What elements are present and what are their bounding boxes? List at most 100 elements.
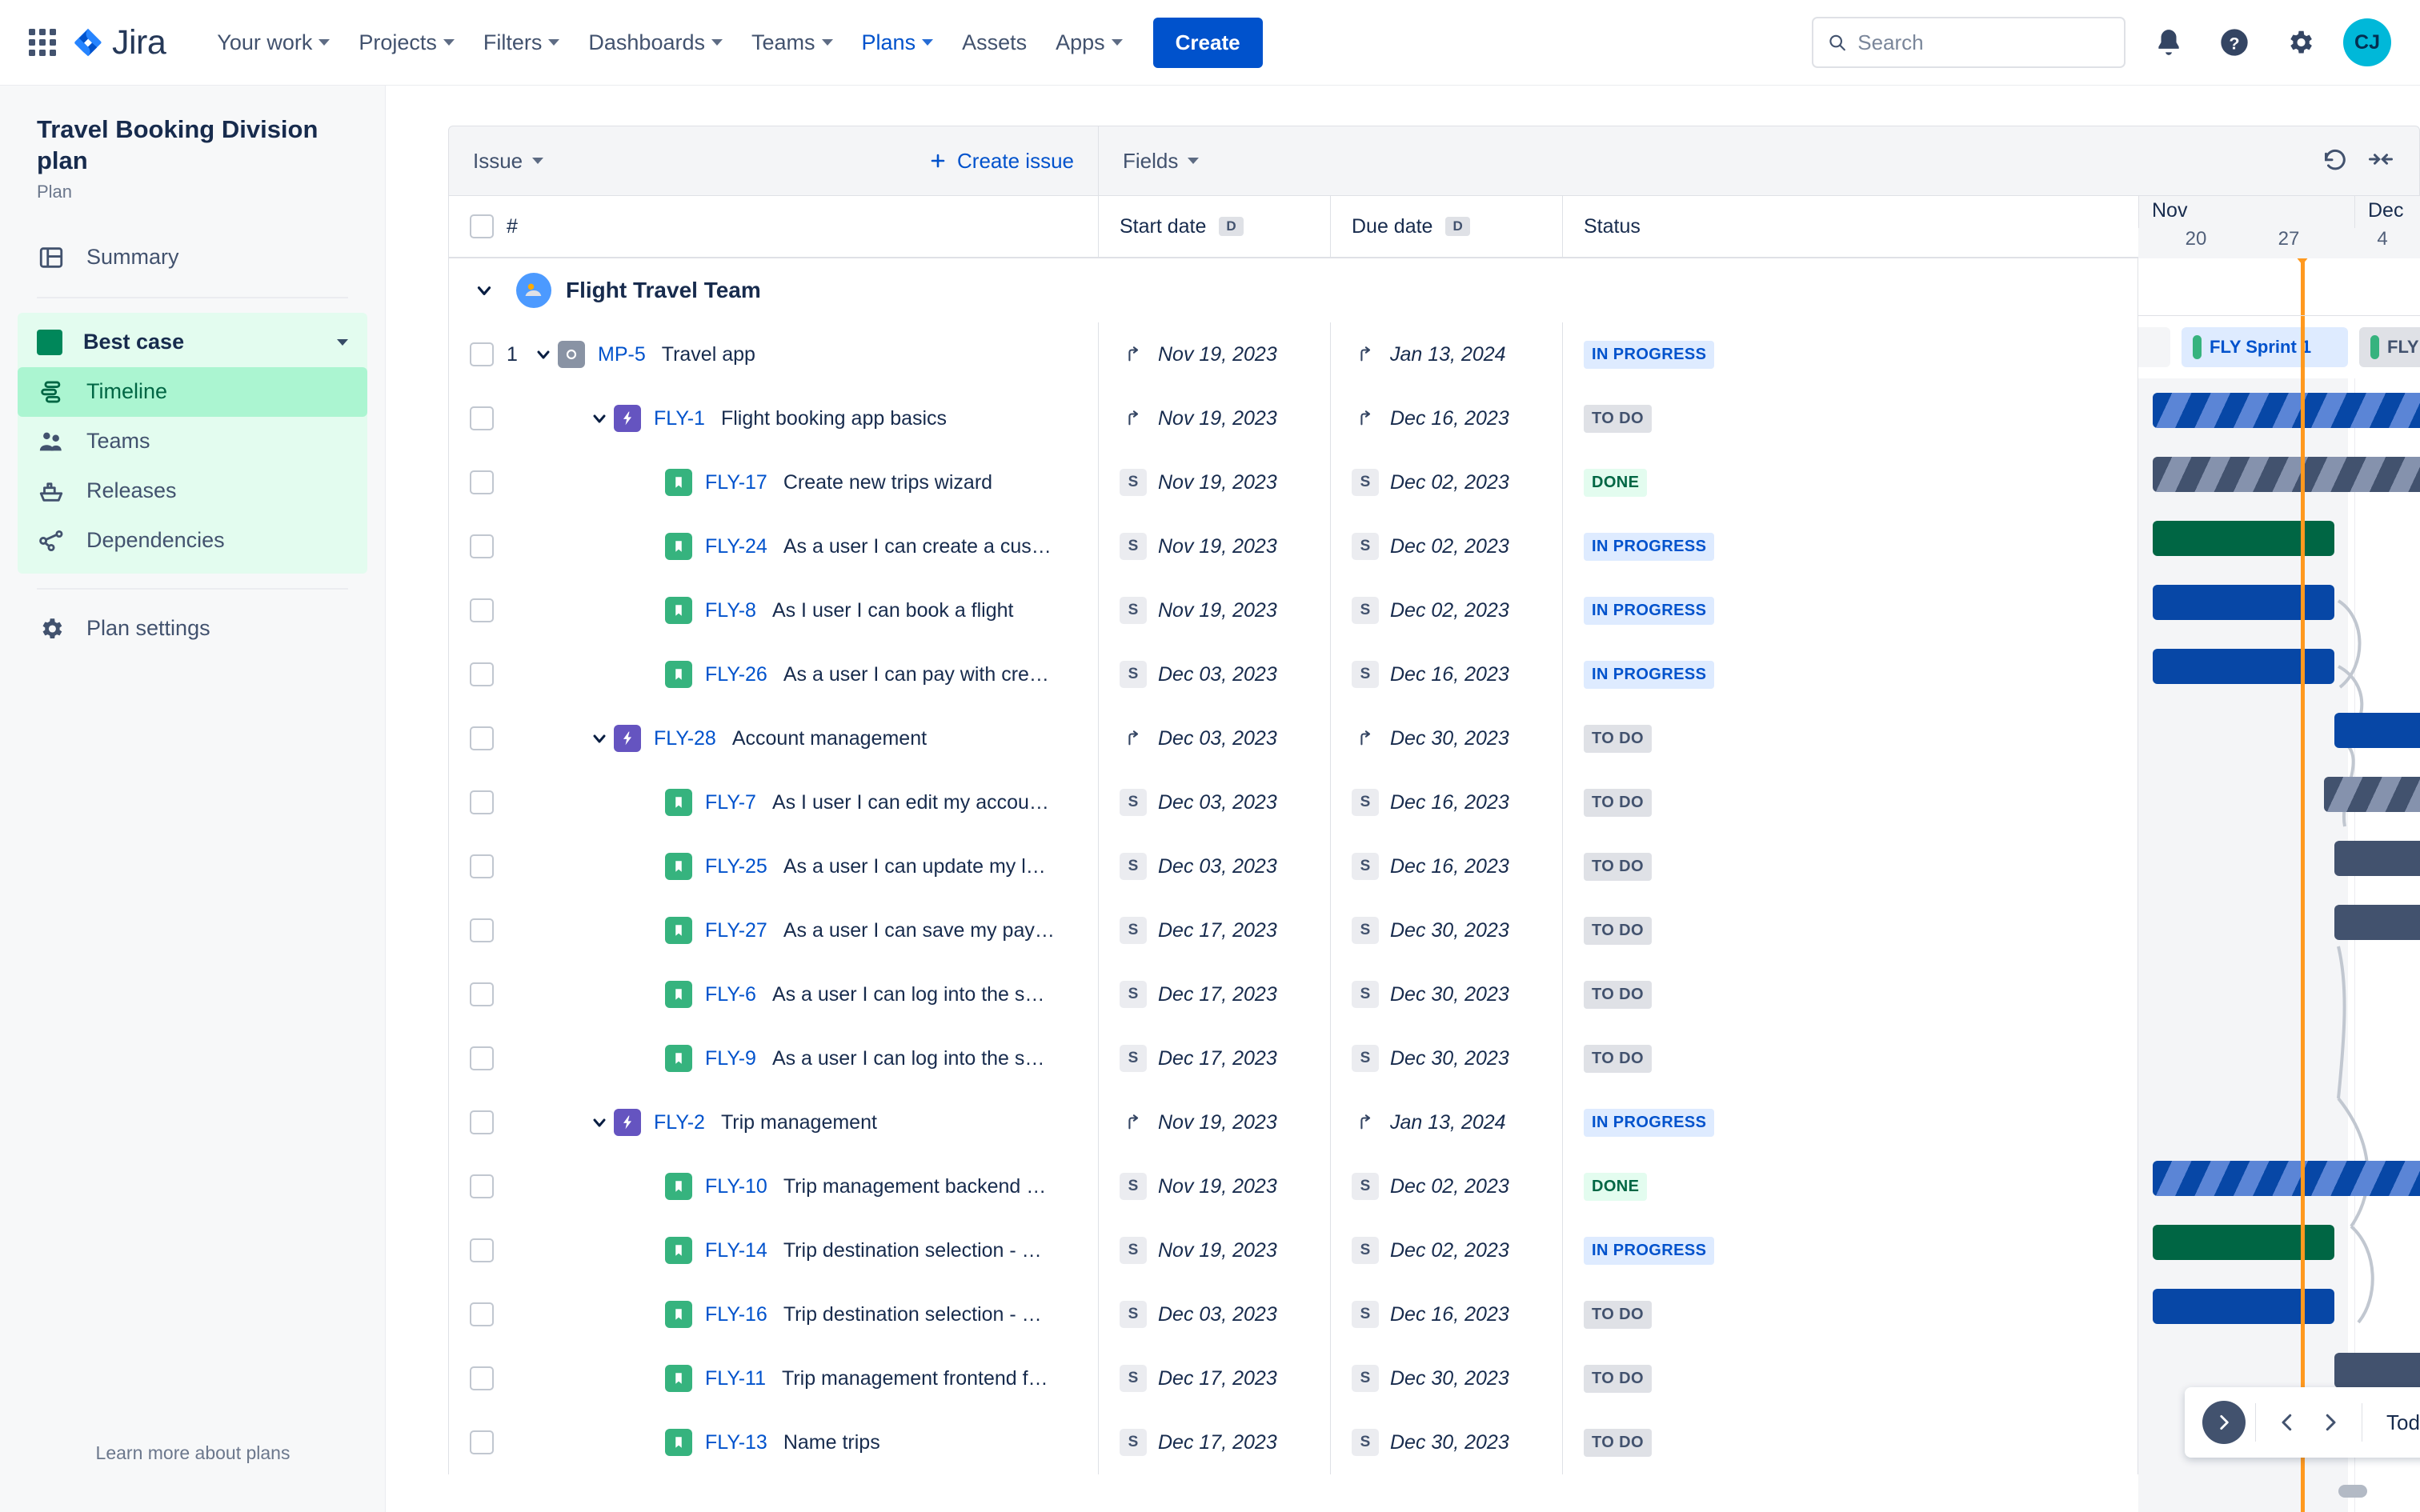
issue-key[interactable]: FLY-25: [705, 855, 767, 878]
start-date-cell[interactable]: S Dec 17, 2023: [1099, 1026, 1331, 1090]
table-row[interactable]: FLY-11 Trip management frontend f… S Dec 17…: [448, 1346, 2138, 1410]
status-cell[interactable]: TO DO: [1563, 962, 1789, 1026]
issue-key[interactable]: FLY-2: [654, 1111, 705, 1134]
table-row[interactable]: FLY-25 As a user I can update my l… S Dec 0…: [448, 834, 2138, 898]
start-date-cell[interactable]: S Dec 17, 2023: [1099, 1346, 1331, 1410]
row-checkbox[interactable]: [470, 598, 494, 622]
table-row[interactable]: FLY-16 Trip destination selection - … S Dec…: [448, 1282, 2138, 1346]
row-checkbox[interactable]: [470, 790, 494, 814]
due-date-cell[interactable]: S Dec 30, 2023: [1331, 962, 1563, 1026]
due-date-cell[interactable]: S Dec 16, 2023: [1331, 770, 1563, 834]
issue-key[interactable]: FLY-13: [705, 1431, 767, 1454]
issue-dropdown[interactable]: Issue: [473, 149, 544, 174]
gantt-bar[interactable]: →: [2153, 1161, 2420, 1196]
status-cell[interactable]: DONE: [1563, 450, 1789, 514]
row-checkbox[interactable]: [470, 1046, 494, 1070]
nav-item-your-work[interactable]: Your work: [204, 22, 343, 63]
start-date-cell[interactable]: S Dec 03, 2023: [1099, 642, 1331, 706]
select-all-checkbox[interactable]: [470, 214, 494, 238]
jira-logo[interactable]: Jira: [72, 23, 166, 62]
gantt-bar[interactable]: [2153, 457, 2420, 492]
start-date-cell[interactable]: Dec 03, 2023: [1099, 706, 1331, 770]
gantt-bar[interactable]: [2324, 777, 2420, 812]
due-date-cell[interactable]: S Dec 02, 2023: [1331, 1218, 1563, 1282]
table-row[interactable]: FLY-8 As I user I can book a flight S Nov 1…: [448, 578, 2138, 642]
due-date-cell[interactable]: S Dec 02, 2023: [1331, 514, 1563, 578]
start-date-cell[interactable]: Nov 19, 2023: [1099, 386, 1331, 450]
issue-key[interactable]: FLY-9: [705, 1047, 756, 1070]
sidebar-item-timeline[interactable]: Timeline: [18, 366, 367, 417]
start-date-cell[interactable]: S Dec 03, 2023: [1099, 770, 1331, 834]
collapse-columns-button[interactable]: [2366, 145, 2395, 178]
status-cell[interactable]: TO DO: [1563, 770, 1789, 834]
issue-key[interactable]: FLY-28: [654, 727, 716, 750]
due-date-cell[interactable]: S Dec 02, 2023: [1331, 578, 1563, 642]
row-checkbox[interactable]: [470, 726, 494, 750]
gantt-bar[interactable]: [2153, 521, 2334, 556]
sidebar-item-dependencies[interactable]: Dependencies: [18, 516, 367, 566]
status-cell[interactable]: TO DO: [1563, 706, 1789, 770]
issue-key[interactable]: FLY-14: [705, 1239, 767, 1262]
table-row[interactable]: FLY-1 Flight booking app basics Nov 19, 20…: [448, 386, 2138, 450]
due-date-cell[interactable]: Dec 30, 2023: [1331, 706, 1563, 770]
column-header-due-date[interactable]: Due date D: [1331, 196, 1563, 257]
start-date-cell[interactable]: S Nov 19, 2023: [1099, 450, 1331, 514]
issue-key[interactable]: FLY-16: [705, 1303, 767, 1326]
sidebar-item-plan-settings[interactable]: Plan settings: [18, 604, 367, 654]
scroll-left-button[interactable]: [2266, 1401, 2309, 1444]
search-box[interactable]: [1812, 17, 2126, 68]
due-date-cell[interactable]: S Dec 30, 2023: [1331, 1346, 1563, 1410]
row-checkbox[interactable]: [470, 534, 494, 558]
sprint-chip[interactable]: FLY Sprint 1: [2182, 327, 2348, 367]
sprint-chip[interactable]: FLY Sprint 2: [2359, 327, 2420, 367]
due-date-cell[interactable]: S Dec 30, 2023: [1331, 1026, 1563, 1090]
gantt-bar[interactable]: [2153, 1289, 2334, 1324]
status-cell[interactable]: TO DO: [1563, 1282, 1789, 1346]
create-button[interactable]: Create: [1152, 17, 1263, 68]
row-checkbox[interactable]: [470, 662, 494, 686]
row-checkbox[interactable]: [470, 406, 494, 430]
due-date-cell[interactable]: S Dec 16, 2023: [1331, 834, 1563, 898]
issue-key[interactable]: FLY-6: [705, 983, 756, 1006]
gantt-bar[interactable]: [2334, 841, 2420, 876]
start-date-cell[interactable]: S Dec 03, 2023: [1099, 834, 1331, 898]
table-row[interactable]: FLY-7 As I user I can edit my accou… S Dec …: [448, 770, 2138, 834]
column-header-status[interactable]: Status: [1563, 196, 1789, 257]
nav-item-dashboards[interactable]: Dashboards: [575, 22, 735, 63]
gantt-bar[interactable]: [2153, 585, 2334, 620]
start-date-cell[interactable]: S Dec 17, 2023: [1099, 898, 1331, 962]
nav-item-assets[interactable]: Assets: [949, 22, 1040, 63]
settings-button[interactable]: [2278, 20, 2322, 65]
status-cell[interactable]: TO DO: [1563, 386, 1789, 450]
start-date-cell[interactable]: Nov 19, 2023: [1099, 1090, 1331, 1154]
table-row[interactable]: FLY-6 As a user I can log into the s… S Dec…: [448, 962, 2138, 1026]
table-row[interactable]: 1 MP-5 Travel app Nov 19, 2023 Jan 13, 2024 I…: [448, 322, 2138, 386]
sprint-chip[interactable]: t: [2138, 327, 2170, 367]
app-switcher-icon[interactable]: [29, 29, 56, 56]
issue-key[interactable]: FLY-10: [705, 1175, 767, 1198]
status-cell[interactable]: DONE: [1563, 1154, 1789, 1218]
issue-key[interactable]: FLY-7: [705, 791, 756, 814]
status-cell[interactable]: IN PROGRESS: [1563, 578, 1789, 642]
status-cell[interactable]: IN PROGRESS: [1563, 642, 1789, 706]
nav-item-apps[interactable]: Apps: [1043, 22, 1136, 63]
fields-dropdown[interactable]: Fields: [1123, 149, 1200, 174]
issue-key[interactable]: FLY-26: [705, 663, 767, 686]
issue-key[interactable]: FLY-24: [705, 535, 767, 558]
start-date-cell[interactable]: S Nov 19, 2023: [1099, 1218, 1331, 1282]
start-date-cell[interactable]: S Dec 03, 2023: [1099, 1282, 1331, 1346]
due-date-cell[interactable]: Dec 16, 2023: [1331, 386, 1563, 450]
status-cell[interactable]: IN PROGRESS: [1563, 1218, 1789, 1282]
row-checkbox[interactable]: [470, 982, 494, 1006]
issue-key[interactable]: FLY-27: [705, 919, 767, 942]
sidebar-item-teams[interactable]: Teams: [18, 417, 367, 466]
gantt-bar[interactable]: [2334, 1353, 2420, 1388]
start-date-cell[interactable]: S Dec 17, 2023: [1099, 962, 1331, 1026]
table-row[interactable]: FLY-17 Create new trips wizard S Nov 19, 20…: [448, 450, 2138, 514]
row-checkbox[interactable]: [470, 1366, 494, 1390]
gantt-bar[interactable]: →: [2153, 393, 2420, 428]
scenario-selector[interactable]: Best case: [18, 318, 367, 367]
due-date-cell[interactable]: Jan 13, 2024: [1331, 1090, 1563, 1154]
row-expand-chevron[interactable]: [585, 729, 614, 748]
start-date-cell[interactable]: S Dec 17, 2023: [1099, 1410, 1331, 1474]
